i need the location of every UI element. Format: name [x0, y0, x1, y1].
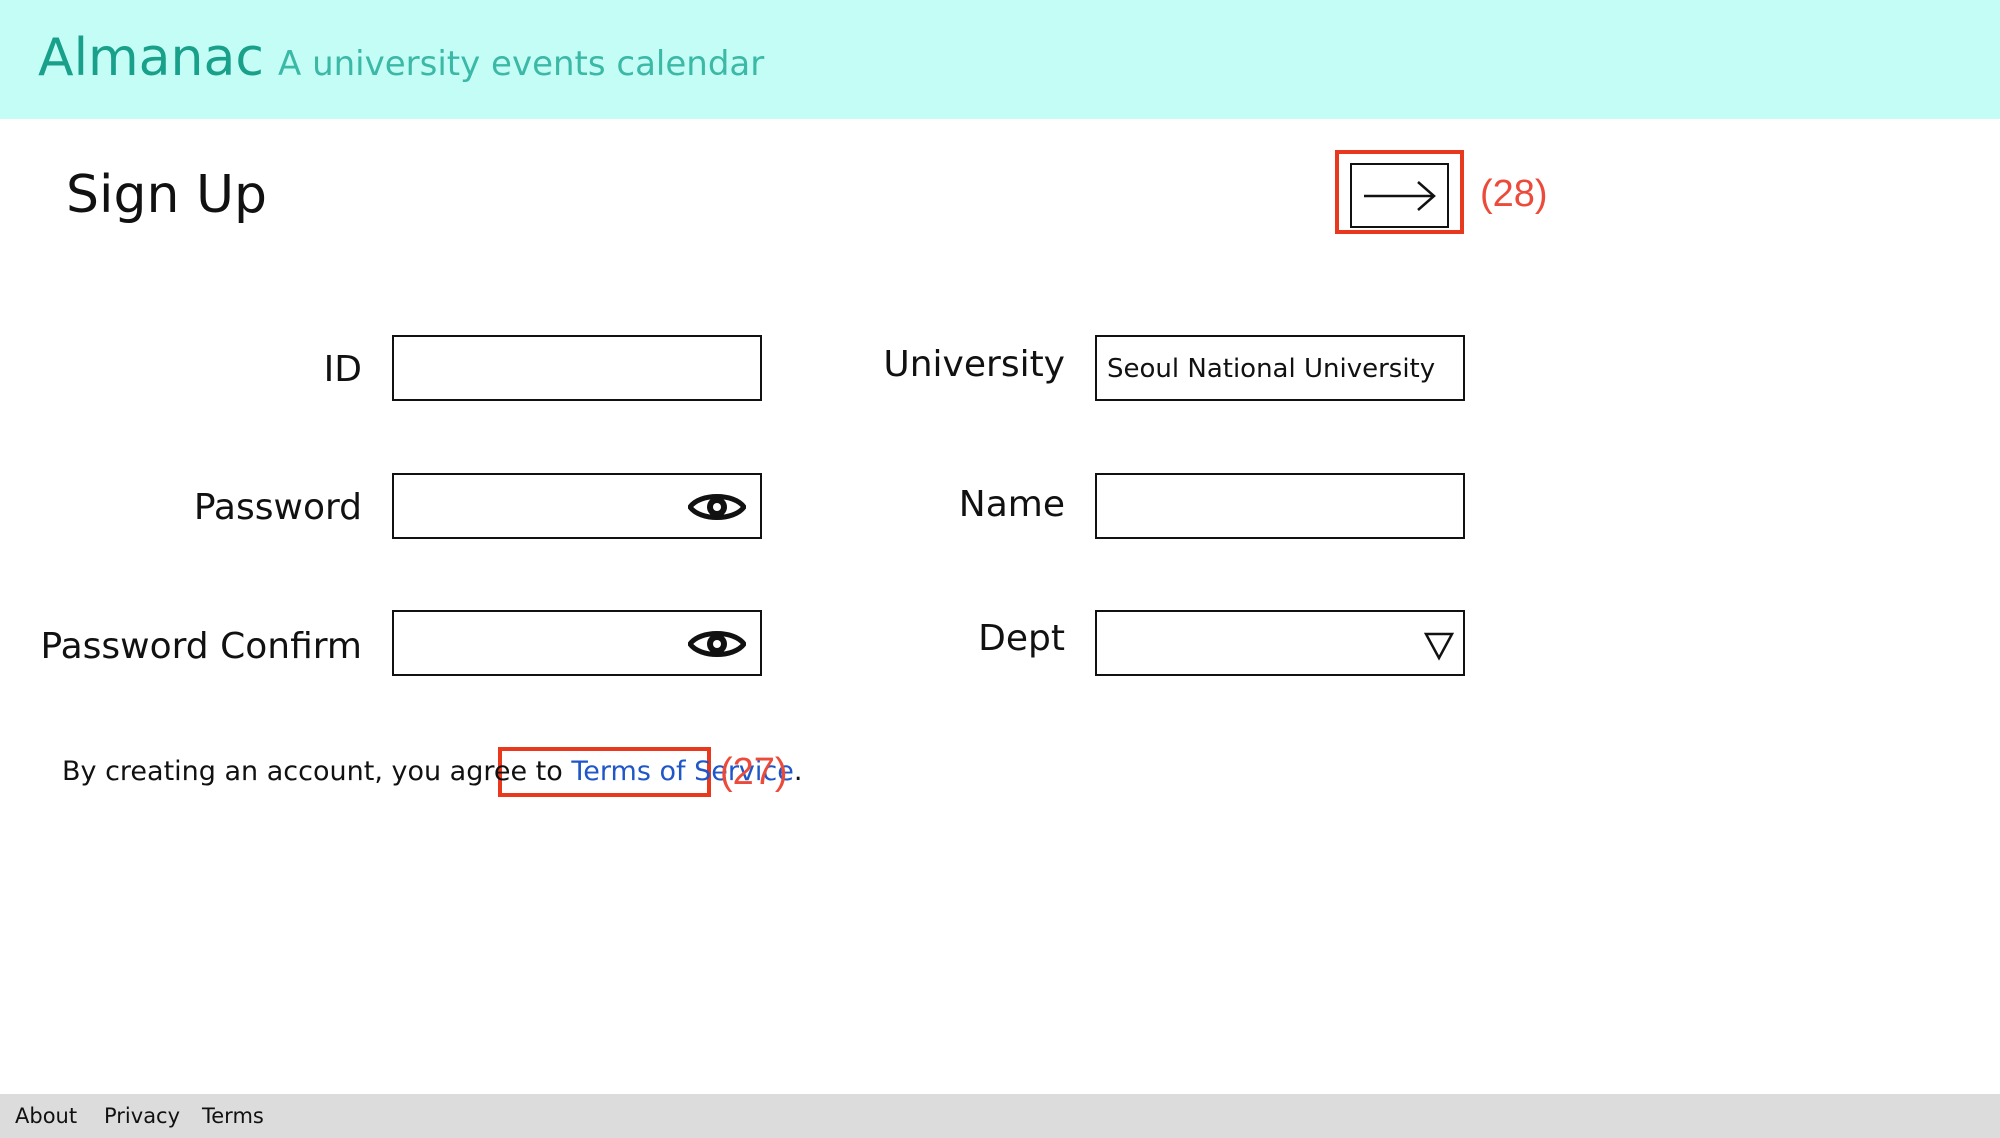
- name-label: Name: [958, 484, 1065, 525]
- app-brand[interactable]: Almanac: [38, 26, 264, 90]
- arrow-right-icon: [1363, 180, 1436, 211]
- footer-link-terms[interactable]: Terms: [202, 1100, 264, 1132]
- id-field[interactable]: [392, 335, 762, 401]
- show-password-confirm-eye-icon[interactable]: [688, 625, 746, 663]
- footer-link-privacy[interactable]: Privacy: [104, 1100, 180, 1132]
- footer: About Privacy Terms: [0, 1094, 2000, 1138]
- dept-select[interactable]: [1095, 610, 1465, 676]
- next-button-annotation: (28): [1480, 173, 1548, 215]
- dropdown-triangle-icon[interactable]: [1423, 630, 1455, 662]
- password-confirm-label: Password Confirm: [40, 626, 363, 667]
- university-field[interactable]: Seoul National University: [1095, 335, 1465, 401]
- app-header: Almanac A university events calendar: [0, 0, 2000, 119]
- university-value: Seoul National University: [1107, 354, 1436, 384]
- show-password-eye-icon[interactable]: [688, 488, 746, 526]
- password-confirm-field[interactable]: [392, 610, 762, 676]
- university-label: University: [883, 344, 1065, 385]
- next-button[interactable]: [1350, 163, 1449, 228]
- name-field[interactable]: [1095, 473, 1465, 539]
- password-label: Password: [193, 487, 362, 528]
- password-field[interactable]: [392, 473, 762, 539]
- terms-agreement: By creating an account, you agree to Ter…: [62, 752, 802, 792]
- footer-link-about[interactable]: About: [15, 1100, 77, 1132]
- id-label: ID: [323, 349, 362, 390]
- agreement-text: By creating an account, you agree to: [62, 756, 563, 787]
- dept-label: Dept: [978, 618, 1065, 659]
- terms-link-annotation: (27): [720, 751, 788, 793]
- page-title: Sign Up: [66, 165, 268, 225]
- agreement-trailing: .: [793, 756, 803, 787]
- app-tagline: A university events calendar: [278, 44, 765, 84]
